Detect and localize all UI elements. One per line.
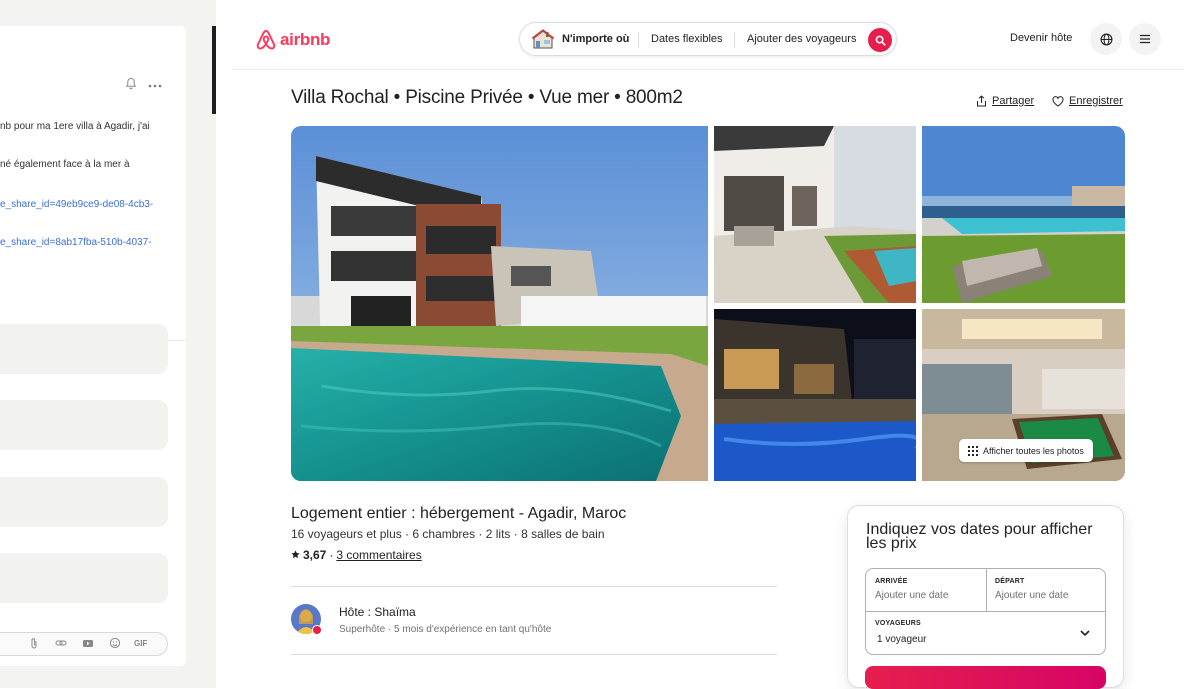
section-divider bbox=[291, 586, 777, 587]
reviews-link[interactable]: 3 commentaires bbox=[336, 548, 421, 562]
rating-row: 3,67 · 3 commentaires bbox=[291, 548, 422, 562]
chat-placeholder-block bbox=[0, 553, 168, 603]
airbnb-logo-icon bbox=[256, 30, 276, 50]
chat-placeholder-block bbox=[0, 324, 168, 374]
chat-message-line: nb pour ma 1ere villa à Agadir, j'ai bbox=[0, 121, 150, 132]
booking-date-picker[interactable]: ARRIVÉE Ajouter une date DÉPART Ajouter … bbox=[865, 568, 1106, 655]
language-button[interactable] bbox=[1090, 23, 1122, 55]
link-icon[interactable] bbox=[55, 637, 67, 654]
host-name: Hôte : Shaïma bbox=[339, 605, 416, 619]
chat-message-line: né également face à la mer à bbox=[0, 159, 130, 170]
airbnb-logo[interactable]: airbnb bbox=[255, 27, 330, 53]
grid-icon bbox=[968, 445, 978, 456]
become-host-link[interactable]: Devenir hôte bbox=[1010, 32, 1072, 44]
checkout-label: DÉPART bbox=[995, 578, 1025, 585]
check-availability-button[interactable] bbox=[865, 666, 1106, 689]
airbnb-page: airbnb N'importe où Dates flexibles Ajou… bbox=[232, 0, 1200, 689]
date-divider bbox=[986, 569, 987, 611]
listing-photo[interactable] bbox=[922, 126, 1125, 303]
save-button[interactable]: Enregistrer bbox=[1052, 95, 1123, 107]
date-divider bbox=[866, 611, 1105, 612]
search-guests-button[interactable]: Ajouter des voyageurs bbox=[747, 33, 856, 45]
message-composer[interactable]: GIF bbox=[0, 632, 168, 656]
guests-field[interactable]: 1 voyageur bbox=[877, 634, 926, 645]
search-anywhere-button[interactable]: N'importe où bbox=[562, 33, 629, 45]
gif-button[interactable]: GIF bbox=[134, 637, 147, 651]
heart-icon bbox=[1052, 95, 1064, 107]
search-dates-button[interactable]: Dates flexibles bbox=[651, 33, 723, 45]
listing-photo[interactable] bbox=[714, 126, 916, 303]
checkin-label: ARRIVÉE bbox=[875, 578, 908, 585]
chat-placeholder-block bbox=[0, 477, 168, 527]
emoji-icon[interactable] bbox=[109, 637, 121, 654]
guests-label: VOYAGEURS bbox=[875, 620, 921, 627]
globe-icon bbox=[1100, 33, 1112, 45]
booking-card: Indiquez vos dates pour afficher les pri… bbox=[847, 505, 1124, 689]
chat-panel: nb pour ma 1ere villa à Agadir, j'ai né … bbox=[0, 0, 216, 688]
search-divider bbox=[638, 32, 639, 48]
more-options-icon[interactable] bbox=[148, 77, 162, 91]
bell-icon[interactable] bbox=[124, 77, 138, 91]
superhost-badge-icon bbox=[312, 625, 322, 635]
search-button[interactable] bbox=[868, 28, 892, 52]
host-info: Superhôte · 5 mois d'expérience en tant … bbox=[339, 624, 552, 635]
photo-gallery: Afficher toutes les photos bbox=[291, 126, 1125, 481]
show-all-photos-label: Afficher toutes les photos bbox=[983, 445, 1084, 456]
show-all-photos-button[interactable]: Afficher toutes les photos bbox=[959, 439, 1093, 462]
section-divider bbox=[291, 654, 777, 655]
chat-link[interactable]: e_share_id=49eb9ce9-de08-4cb3- bbox=[0, 199, 153, 210]
chat-placeholder-block bbox=[0, 400, 168, 450]
main-menu-button[interactable] bbox=[1129, 23, 1161, 55]
house-icon bbox=[531, 29, 555, 49]
listing-photo-main[interactable] bbox=[291, 126, 708, 481]
checkin-field[interactable]: Ajouter une date bbox=[875, 590, 948, 601]
save-label: Enregistrer bbox=[1069, 95, 1123, 107]
search-bar[interactable]: N'importe où Dates flexibles Ajouter des… bbox=[519, 22, 897, 56]
listing-title: Villa Rochal • Piscine Privée • Vue mer … bbox=[291, 87, 683, 108]
checkout-field[interactable]: Ajouter une date bbox=[995, 590, 1068, 601]
booking-heading: Indiquez vos dates pour afficher les pri… bbox=[866, 521, 1093, 552]
share-button[interactable]: Partager bbox=[976, 95, 1034, 107]
hamburger-menu-icon bbox=[1140, 34, 1150, 44]
chat-link[interactable]: e_share_id=8ab17fba-510b-4037- bbox=[0, 237, 152, 248]
search-divider bbox=[734, 32, 735, 48]
chat-message-card: nb pour ma 1ere villa à Agadir, j'ai né … bbox=[0, 26, 186, 666]
rating-separator: · bbox=[329, 548, 334, 562]
airbnb-wordmark: airbnb bbox=[280, 30, 331, 49]
star-icon bbox=[291, 548, 300, 562]
lodging-title: Logement entier : hébergement - Agadir, … bbox=[291, 505, 627, 522]
share-icon bbox=[977, 95, 986, 107]
top-header: airbnb N'importe où Dates flexibles Ajou… bbox=[232, 0, 1184, 70]
lodging-details: 16 voyageurs et plus · 6 chambres · 2 li… bbox=[291, 527, 605, 541]
listing-photo[interactable]: Afficher toutes les photos bbox=[922, 309, 1125, 481]
rating-value: 3,67 bbox=[303, 548, 327, 562]
window-edge bbox=[212, 26, 216, 114]
attachment-icon[interactable] bbox=[30, 637, 38, 654]
search-icon bbox=[875, 35, 886, 46]
share-label: Partager bbox=[992, 95, 1035, 107]
listing-photo[interactable] bbox=[714, 309, 916, 481]
video-icon[interactable] bbox=[82, 637, 94, 654]
chevron-down-icon[interactable] bbox=[1079, 626, 1091, 638]
